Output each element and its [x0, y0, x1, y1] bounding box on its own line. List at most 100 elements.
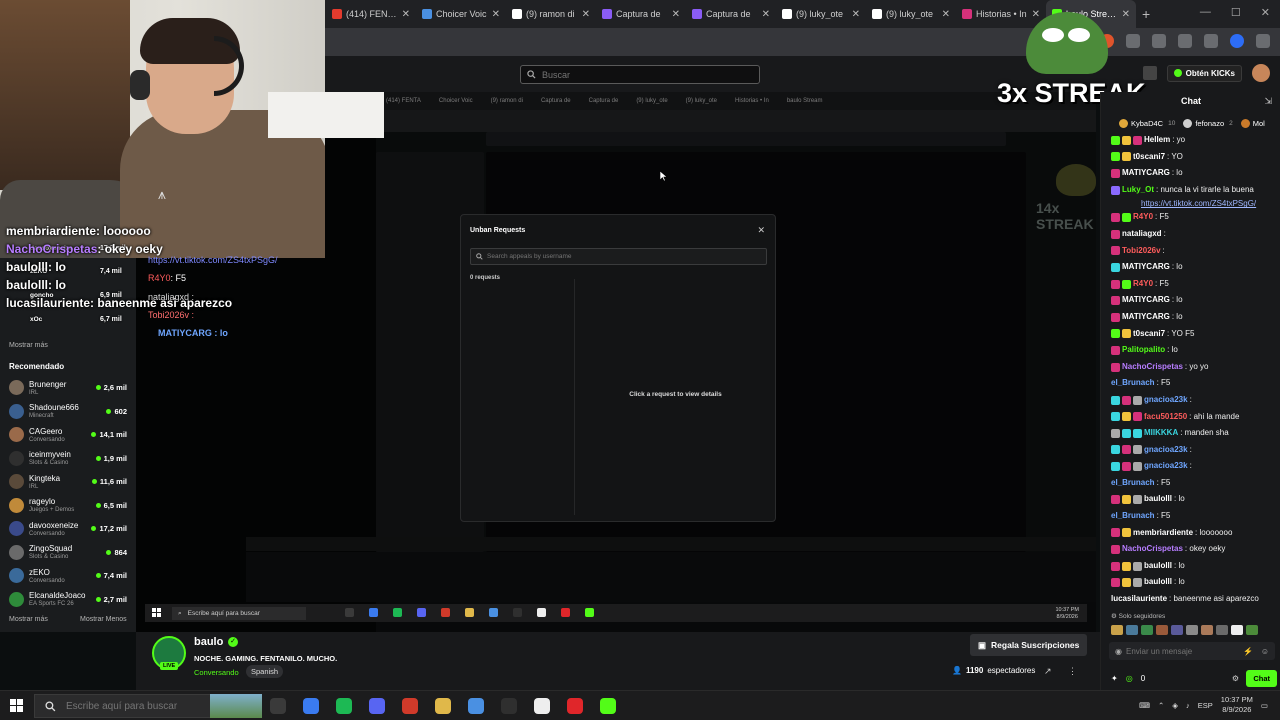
search-input[interactable]: [542, 69, 742, 80]
chat-username[interactable]: membriardiente: [1133, 525, 1193, 542]
task-view-icon[interactable]: [270, 698, 286, 714]
chat-message[interactable]: MATIYCARG: lo: [1111, 309, 1279, 326]
puzzle-icon[interactable]: [1152, 34, 1166, 48]
gift-subs-button[interactable]: ▣ Regala Suscripciones: [970, 634, 1088, 656]
chat-message[interactable]: facu501250: ahi la mande: [1111, 409, 1279, 426]
more-options-icon[interactable]: ⋮: [1068, 666, 1077, 677]
chat-username[interactable]: MATIYCARG: [1122, 165, 1170, 182]
show-more-following[interactable]: Mostrar más: [9, 342, 48, 349]
chat-input[interactable]: [1125, 646, 1226, 656]
browser-tab[interactable]: Choicer Voic ✕: [416, 0, 506, 28]
chat-message[interactable]: NachoCrispetas: okey oeky: [1111, 541, 1279, 558]
recommended-channel[interactable]: davooxeneize Conversando 17,2 mil: [0, 517, 136, 541]
chat-message[interactable]: lucasilauriente: baneenme asi aparezco: [1111, 591, 1279, 608]
browser-tab[interactable]: Captura de ✕: [596, 0, 686, 28]
chat-message[interactable]: Palitopalito: lo: [1111, 342, 1279, 359]
maximize-icon[interactable]: ☐: [1231, 6, 1241, 19]
chat-message[interactable]: MATIYCARG: lo: [1111, 292, 1279, 309]
chat-message[interactable]: baulolll: lo: [1111, 491, 1279, 508]
emote-icon[interactable]: [1201, 625, 1213, 635]
chat-message[interactable]: Tobi2026v:: [1111, 243, 1279, 260]
tab-close-icon[interactable]: ✕: [942, 9, 950, 20]
channel-name[interactable]: baulo: [194, 636, 223, 648]
file-explorer-icon[interactable]: [435, 698, 451, 714]
browser-tab[interactable]: (9) luky_ote ✕: [866, 0, 956, 28]
recommended-channel[interactable]: zEKO Conversando 7,4 mil: [0, 564, 136, 588]
recommended-channel[interactable]: iceinmyvein Slots & Casino 1,9 mil: [0, 447, 136, 471]
tab-close-icon[interactable]: ✕: [582, 9, 590, 20]
chat-username[interactable]: gnacioa23k: [1144, 442, 1188, 459]
send-chat-button[interactable]: Chat: [1246, 670, 1277, 687]
obs-icon[interactable]: [501, 698, 517, 714]
recommended-channel[interactable]: ZingoSquad Slots & Casino 864: [0, 541, 136, 565]
chat-username[interactable]: Hellem: [1144, 132, 1170, 149]
close-window-icon[interactable]: ✕: [1261, 6, 1270, 19]
chat-message[interactable]: baulolll: lo: [1111, 558, 1279, 575]
leaderboard-entry[interactable]: fefonazo 2: [1183, 119, 1233, 128]
chat-username[interactable]: el_Brunach: [1111, 375, 1155, 392]
chat-message[interactable]: t0scani7: YO: [1111, 149, 1279, 166]
browser-tab[interactable]: Historias • In ✕: [956, 0, 1046, 28]
show-more-recommended[interactable]: Mostrar más: [9, 616, 48, 623]
chat-message[interactable]: NachoCrispetas: yo yo: [1111, 359, 1279, 376]
tab-close-icon[interactable]: ✕: [402, 9, 410, 20]
chat-username[interactable]: nataliagxd: [1122, 226, 1162, 243]
chat-username[interactable]: R4Y0: [1133, 276, 1153, 293]
chat-username[interactable]: MATIYCARG: [1122, 259, 1170, 276]
chat-username[interactable]: facu501250: [1144, 409, 1187, 426]
chat-message[interactable]: el_Brunach: F5: [1111, 375, 1279, 392]
menu-icon[interactable]: [1256, 34, 1270, 48]
tab-close-icon[interactable]: ✕: [1032, 9, 1040, 20]
capcut-icon[interactable]: [534, 698, 550, 714]
chat-message[interactable]: MIIKKKA: manden sha: [1111, 425, 1279, 442]
chat-message[interactable]: MATIYCARG: lo: [1111, 259, 1279, 276]
emote-icon[interactable]: [1126, 625, 1138, 635]
chat-username[interactable]: NachoCrispetas: [1122, 541, 1183, 558]
chat-link[interactable]: https://vt.tiktok.com/ZS4txPSgG/: [1141, 198, 1256, 209]
voice-app-icon[interactable]: [402, 698, 418, 714]
chat-username[interactable]: MATIYCARG: [1122, 292, 1170, 309]
show-less-recommended[interactable]: Mostrar Menos: [80, 616, 127, 623]
tab-close-icon[interactable]: ✕: [1122, 9, 1130, 20]
chat-username[interactable]: Palitopalito: [1122, 342, 1165, 359]
language-tag[interactable]: Spanish: [246, 665, 284, 678]
chat-message[interactable]: Hellem: yo: [1111, 132, 1279, 149]
browser-tab[interactable]: (9) ramon di ✕: [506, 0, 596, 28]
leaderboard-entry[interactable]: Mol: [1240, 119, 1270, 128]
taskbar-clock[interactable]: 10:37 PM 8/9/2026: [1221, 695, 1253, 715]
chat-username[interactable]: R4Y0: [1133, 209, 1153, 226]
chat-settings-icon[interactable]: ◉: [1115, 647, 1122, 656]
recommended-channel[interactable]: Kingteka IRL 11,6 mil: [0, 470, 136, 494]
chat-username[interactable]: el_Brunach: [1111, 508, 1155, 525]
chat-message[interactable]: membriardiente: looooooo: [1111, 525, 1279, 542]
recommended-channel[interactable]: rageylo Juegos + Demos 6,5 mil: [0, 494, 136, 518]
chrome-icon[interactable]: [468, 698, 484, 714]
chat-username[interactable]: el_Brunach: [1111, 475, 1155, 492]
spotify-icon[interactable]: [336, 698, 352, 714]
chat-username[interactable]: gnacioa23k: [1144, 392, 1188, 409]
recommended-channel[interactable]: CAGeero Conversando 14,1 mil: [0, 423, 136, 447]
chat-username[interactable]: baulolll: [1144, 558, 1172, 575]
tab-close-icon[interactable]: ✕: [762, 9, 770, 20]
user-avatar[interactable]: [1252, 64, 1270, 82]
profile-icon[interactable]: [1230, 34, 1244, 48]
extension-icon[interactable]: [1126, 34, 1140, 48]
chat-username[interactable]: Luky_Ot: [1122, 182, 1154, 199]
chat-message[interactable]: Luky_Ot: nunca la vi tirarle la buena: [1111, 182, 1279, 199]
keyboard-icon[interactable]: ⌨: [1139, 701, 1150, 710]
command-icon[interactable]: ⚡: [1243, 647, 1253, 656]
opera-icon[interactable]: [567, 698, 583, 714]
chat-username[interactable]: baulolll: [1144, 574, 1172, 591]
download-icon[interactable]: [1204, 34, 1218, 48]
chat-username[interactable]: t0scani7: [1133, 326, 1165, 343]
chat-message[interactable]: t0scani7: YO F5: [1111, 326, 1279, 343]
recommended-channel[interactable]: ElcanaldeJoaco EA Sports FC 26 2,7 mil: [0, 588, 136, 612]
gear-icon[interactable]: ⚙: [1232, 674, 1239, 683]
chat-username[interactable]: baulolll: [1144, 491, 1172, 508]
reading-list-icon[interactable]: [1178, 34, 1192, 48]
browser-tab[interactable]: (414) FENTA ✕: [326, 0, 416, 28]
tab-close-icon[interactable]: ✕: [492, 9, 500, 20]
windows-start-icon[interactable]: [10, 699, 23, 712]
recommended-channel[interactable]: Shadoune666 Minecraft 602: [0, 400, 136, 424]
emote-picker-icon[interactable]: ☺: [1261, 647, 1269, 656]
